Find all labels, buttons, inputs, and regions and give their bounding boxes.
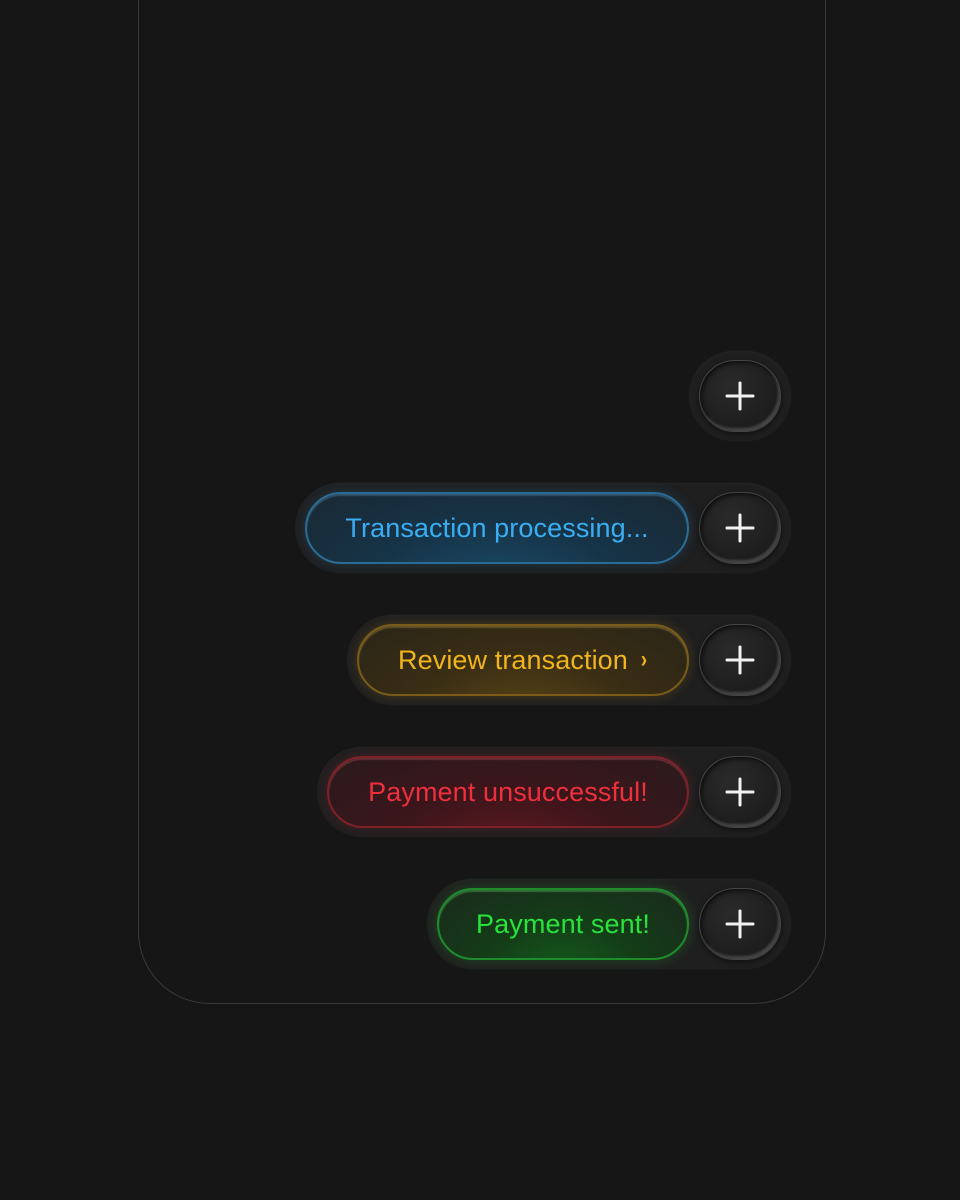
add-button[interactable] [699, 360, 781, 432]
chevron-right-icon: › [640, 646, 648, 673]
add-button[interactable] [699, 624, 781, 696]
action-row-error: Payment unsuccessful! [317, 747, 791, 837]
action-row-review: Review transaction › [347, 615, 791, 705]
action-row-success: Payment sent! [427, 879, 791, 969]
plus-icon [725, 381, 755, 411]
status-label: Payment sent! [476, 908, 650, 939]
action-row-processing: Transaction processing... [295, 483, 791, 573]
add-button[interactable] [699, 492, 781, 564]
status-pill-error[interactable]: Payment unsuccessful! [327, 756, 689, 828]
action-row-idle [689, 351, 791, 441]
plus-icon [725, 777, 755, 807]
add-button[interactable] [699, 888, 781, 960]
add-button[interactable] [699, 756, 781, 828]
status-label: Review transaction [398, 644, 628, 675]
plus-icon [725, 909, 755, 939]
plus-icon [725, 645, 755, 675]
plus-icon [725, 513, 755, 543]
status-pill-processing[interactable]: Transaction processing... [305, 492, 689, 564]
status-pill-success[interactable]: Payment sent! [437, 888, 689, 960]
status-label: Payment unsuccessful! [368, 776, 648, 807]
status-pill-review[interactable]: Review transaction › [357, 624, 689, 696]
status-label: Transaction processing... [345, 512, 649, 543]
